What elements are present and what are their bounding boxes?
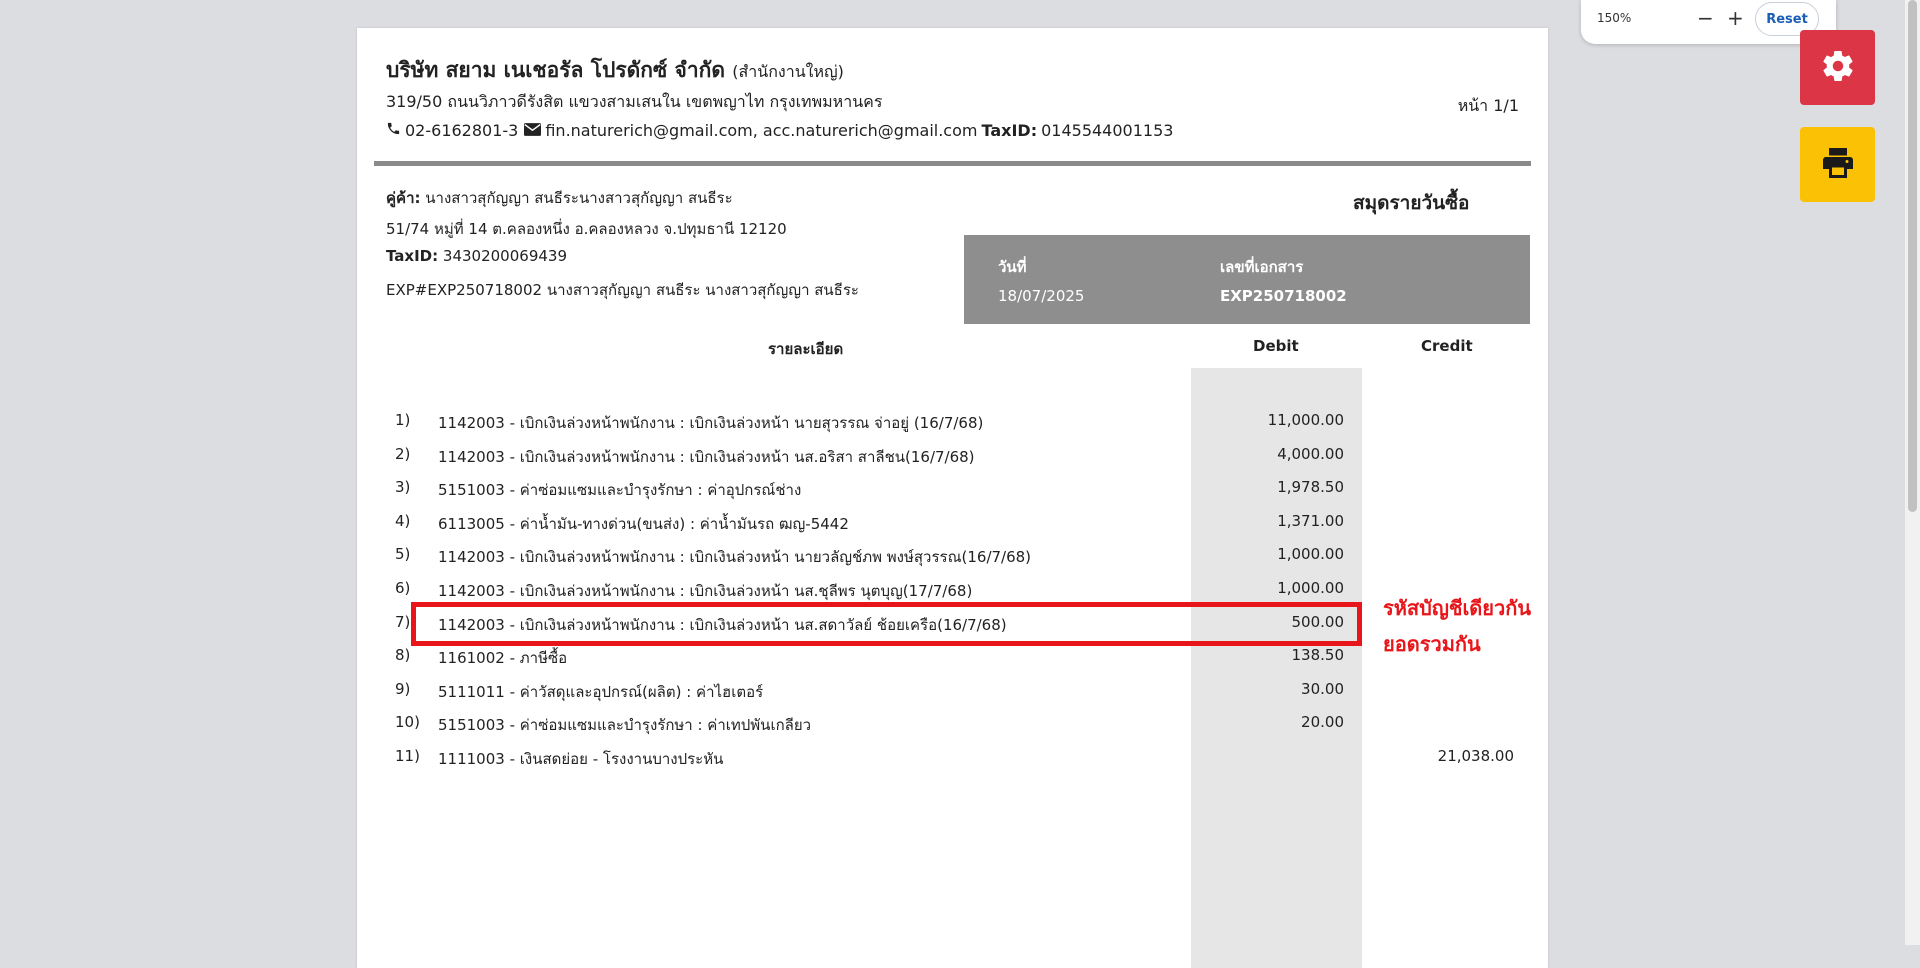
gear-icon: [1820, 48, 1856, 88]
table-row: 3) 5151003 - ค่าซ่อมแซมและบำรุงรักษา : ค่…: [357, 470, 1548, 503]
row-number: 3): [395, 478, 411, 497]
vertical-scrollbar[interactable]: [1905, 0, 1920, 945]
row-debit: 1,978.50: [1277, 478, 1344, 497]
zoom-out-button[interactable]: −: [1697, 6, 1714, 30]
print-button[interactable]: [1800, 127, 1875, 202]
zoom-in-button[interactable]: +: [1727, 6, 1744, 30]
highlight-box: [411, 602, 1362, 646]
row-description: 5151003 - ค่าซ่อมแซมและบำรุงรักษา : ค่าอ…: [438, 481, 802, 500]
party-name: นางสาวสุกัญญา สนธีระนางสาวสุกัญญา สนธีระ: [425, 189, 733, 207]
company-emails: fin.naturerich@gmail.com, acc.naturerich…: [545, 121, 978, 140]
document-number: EXP250718002: [1220, 287, 1347, 305]
docno-label: เลขที่เอกสาร: [1220, 258, 1304, 276]
row-number: 9): [395, 679, 411, 698]
party-name-line: คู่ค้า: นางสาวสุกัญญา สนธีระนางสาวสุกัญญ…: [386, 186, 733, 210]
row-description: 5151003 - ค่าซ่อมแซมและบำรุงรักษา : ค่าเ…: [438, 716, 812, 735]
row-number: 6): [395, 579, 411, 597]
row-number: 4): [395, 511, 411, 530]
table-row: 4) 6113005 - ค่าน้ำมัน-ทางด่วน(ขนส่ง) : ค…: [357, 504, 1548, 537]
row-debit: 1,000.00: [1277, 545, 1344, 564]
document-title: สมุดรายวันซื้อ: [1353, 192, 1470, 214]
table-row: 9) 5111011 - ค่าวัสดุและอุปกรณ์(ผลิต) : ค…: [357, 672, 1548, 705]
table-row: 1) 1142003 - เบิกเงินล่วงหน้าพนักงาน : เบ…: [357, 403, 1548, 436]
annotation-line-2: ยอดรวมกัน: [1383, 632, 1481, 656]
party-address: 51/74 หมู่ที่ 14 ต.คลองหนึ่ง อ.คลองหลวง …: [386, 220, 787, 238]
table-row: 2) 1142003 - เบิกเงินล่วงหน้าพนักงาน : เบ…: [357, 437, 1548, 470]
row-credit: 21,038.00: [1437, 747, 1514, 765]
settings-button[interactable]: [1800, 30, 1875, 105]
row-description: 1142003 - เบิกเงินล่วงหน้าพนักงาน : เบิก…: [438, 548, 1032, 567]
row-number: 2): [395, 444, 411, 463]
row-number: 10): [395, 713, 420, 732]
row-debit: 4,000.00: [1277, 444, 1344, 463]
row-number: 8): [395, 646, 411, 665]
document-info-box: วันที่ 18/07/2025 เลขที่เอกสาร EXP250718…: [964, 235, 1530, 324]
date-label: วันที่: [998, 258, 1027, 276]
row-debit: 138.50: [1291, 646, 1345, 665]
row-description: 1111003 - เงินสดย่อย - โรงงานบางประหัน: [438, 750, 724, 768]
party-taxid: 3430200069439: [442, 247, 567, 265]
row-debit: 1,000.00: [1277, 579, 1344, 597]
printer-icon: [1820, 145, 1856, 185]
table-row: 5) 1142003 - เบิกเงินล่วงหน้าพนักงาน : เบ…: [357, 537, 1548, 570]
scrollbar-thumb[interactable]: [1908, 0, 1917, 512]
party-label: คู่ค้า:: [386, 189, 421, 207]
table-row: 6) 1142003 - เบิกเงินล่วงหน้าพนักงาน : เบ…: [357, 571, 1548, 604]
annotation-line-1: รหัสบัญชีเดียวกัน: [1383, 596, 1531, 620]
column-header-debit: Debit: [1253, 337, 1299, 355]
row-description: 1142003 - เบิกเงินล่วงหน้าพนักงาน : เบิก…: [438, 582, 973, 600]
column-header-credit: Credit: [1421, 337, 1473, 355]
table-row: 10) 5151003 - ค่าซ่อมแซมและบำรุงรักษา : ค…: [357, 705, 1548, 738]
document-page: บริษัท สยาม เนเชอรัล โปรดักซ์ จำกัด (สำน…: [357, 28, 1548, 968]
zoom-toolbar: 150% − + Reset: [1581, 0, 1836, 44]
row-description: 6113005 - ค่าน้ำมัน-ทางด่วน(ขนส่ง) : ค่า…: [438, 514, 849, 533]
row-description: 5111011 - ค่าวัสดุและอุปกรณ์(ผลิต) : ค่า…: [438, 682, 764, 701]
row-debit: 11,000.00: [1267, 411, 1344, 429]
party-taxid-line: TaxID: 3430200069439: [386, 247, 567, 265]
row-number: 7): [395, 612, 411, 631]
company-address: 319/50 ถนนวิภาวดีรังสิต แขวงสามเสนใน เขต…: [386, 92, 883, 111]
zoom-level: 150%: [1597, 11, 1632, 25]
company-name: บริษัท สยาม เนเชอรัล โปรดักซ์ จำกัด (สำน…: [386, 58, 844, 82]
party-reference: EXP#EXP250718002 นางสาวสุกัญญา สนธีระ นา…: [386, 281, 859, 299]
page-number: หน้า 1/1: [1457, 96, 1519, 115]
party-taxid-label: TaxID:: [386, 247, 439, 265]
company-phone: 02-6162801-3: [405, 121, 519, 140]
row-number: 5): [395, 545, 411, 564]
row-debit: 20.00: [1301, 713, 1344, 732]
row-number: 11): [395, 747, 420, 765]
table-row: 11) 1111003 - เงินสดย่อย - โรงงานบางประหั…: [357, 739, 1548, 772]
row-debit: 1,371.00: [1277, 511, 1344, 530]
company-taxid: 0145544001153: [1041, 121, 1174, 140]
row-debit: 30.00: [1301, 679, 1344, 698]
row-description: 1142003 - เบิกเงินล่วงหน้าพนักงาน : เบิก…: [438, 414, 984, 432]
envelope-icon: [524, 121, 542, 140]
header-divider: [374, 161, 1531, 166]
row-description: 1142003 - เบิกเงินล่วงหน้าพนักงาน : เบิก…: [438, 447, 975, 466]
document-date: 18/07/2025: [998, 287, 1085, 305]
company-contact: 02-6162801-3 fin.naturerich@gmail.com, a…: [386, 121, 1173, 140]
row-description: 1161002 - ภาษีซื้อ: [438, 649, 568, 668]
company-taxid-label: TaxID:: [981, 121, 1038, 140]
company-branch: (สำนักงานใหญ่): [732, 62, 844, 81]
column-header-detail: รายละเอียด: [768, 340, 844, 358]
phone-icon: [386, 121, 401, 140]
row-number: 1): [395, 411, 411, 429]
